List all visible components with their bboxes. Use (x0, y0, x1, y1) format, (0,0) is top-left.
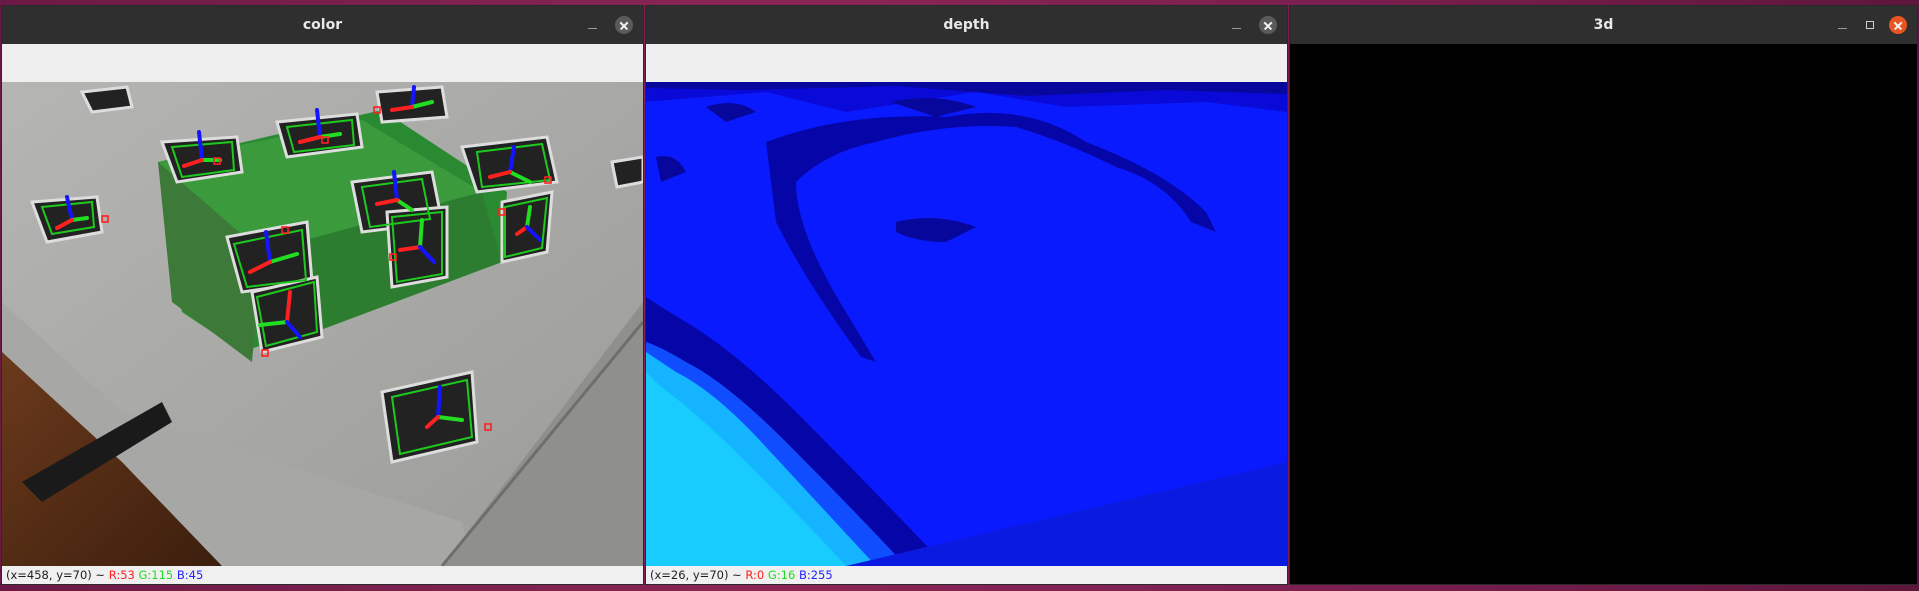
cursor-coords: (x=26, y=70) ~ (650, 568, 742, 582)
pixel-r-value: R:53 (108, 568, 135, 582)
toolbar-area (646, 44, 1287, 82)
3d-title-bar[interactable]: 3d (1290, 6, 1917, 44)
color-image[interactable] (2, 82, 643, 566)
pixel-g-value: G:16 (767, 568, 796, 582)
depth-title-bar[interactable]: depth (646, 6, 1287, 44)
maximize-button[interactable] (1860, 15, 1880, 35)
minimize-button[interactable] (582, 15, 602, 35)
toolbar-area (2, 44, 643, 82)
minimize-icon (1837, 27, 1847, 29)
pixel-b-value: B:255 (798, 568, 833, 582)
depth-image[interactable] (646, 82, 1287, 566)
status-bar: (x=458, y=70) ~ R:53 G:115 B:45 (2, 566, 643, 584)
color-window[interactable]: color (x=458, y=70) ~ R:53 G:115 B:45 (2, 6, 643, 584)
close-button[interactable] (1888, 15, 1908, 35)
window-title: color (302, 17, 343, 33)
close-icon (615, 16, 633, 34)
window-title: 3d (1593, 17, 1614, 33)
3d-window[interactable]: 3d (1290, 6, 1917, 584)
depth-window[interactable]: depth (x=26, y=70) ~ R:0 G:16 B:255 (646, 6, 1287, 584)
close-icon (1259, 16, 1277, 34)
pixel-r-value: R:0 (745, 568, 765, 582)
minimize-icon (587, 27, 597, 29)
close-button[interactable] (614, 15, 634, 35)
status-bar: (x=26, y=70) ~ R:0 G:16 B:255 (646, 566, 1287, 584)
maximize-icon (1866, 21, 1874, 29)
close-button[interactable] (1258, 15, 1278, 35)
close-icon (1889, 16, 1907, 34)
minimize-icon (1231, 27, 1241, 29)
cursor-coords: (x=458, y=70) ~ (6, 568, 106, 582)
window-title: depth (943, 17, 990, 33)
minimize-button[interactable] (1832, 15, 1852, 35)
color-title-bar[interactable]: color (2, 6, 643, 44)
3d-viewport[interactable] (1290, 44, 1917, 584)
pixel-g-value: G:115 (138, 568, 174, 582)
pixel-b-value: B:45 (176, 568, 204, 582)
minimize-button[interactable] (1226, 15, 1246, 35)
